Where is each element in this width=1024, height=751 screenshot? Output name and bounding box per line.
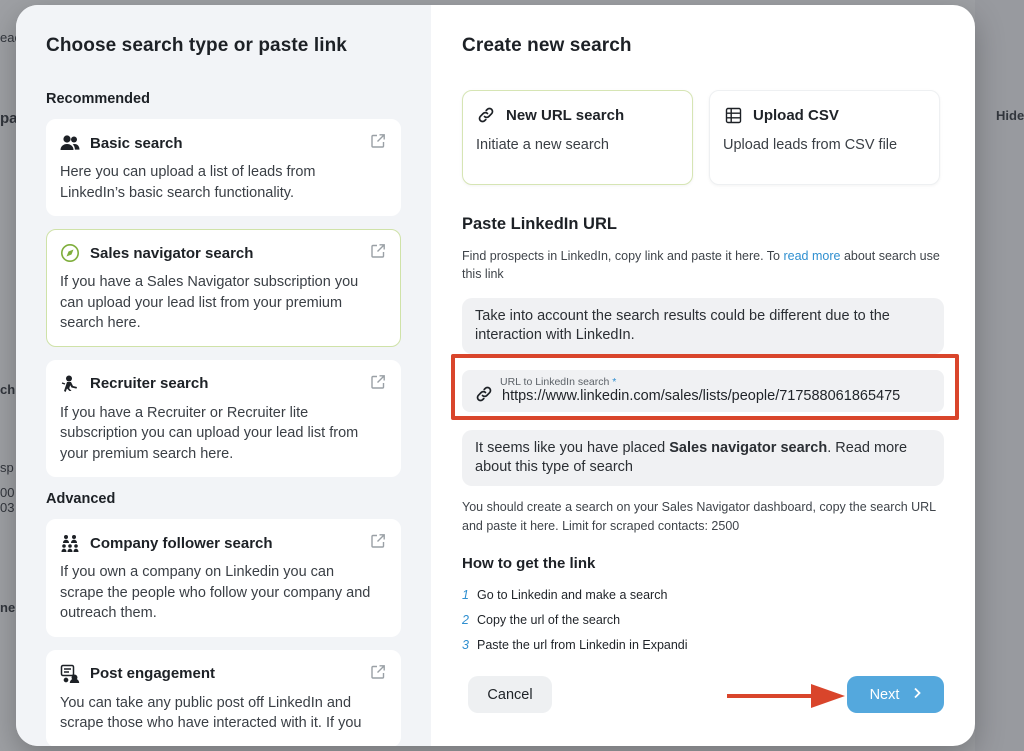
company-followers-icon [60, 533, 80, 553]
card-title: Basic search [90, 134, 183, 152]
recruiter-search-card[interactable]: Recruiter search If you have a Recruiter… [46, 359, 401, 477]
right-panel-title: Create new search [462, 35, 632, 56]
recruiter-icon [60, 374, 80, 394]
card-description: Here you can upload a list of leads from… [60, 164, 316, 201]
card-title: Post engagement [90, 665, 216, 682]
post-engagement-card[interactable]: Post engagement You can take any public … [46, 649, 401, 746]
cancel-button[interactable]: Cancel [468, 676, 552, 713]
link-icon [476, 105, 496, 125]
modal-footer-right: Next [847, 676, 944, 713]
left-panel-title: Choose search type or paste link [46, 35, 347, 56]
upload-csv-tile[interactable]: Upload CSV Upload leads from CSV file [709, 90, 940, 185]
step-item: 3 Paste the url from Linkedin in Expandi [462, 638, 688, 652]
tile-description: Upload leads from CSV file [723, 137, 898, 153]
linkedin-url-input[interactable]: URL to LinkedIn search * https://www.lin… [462, 370, 944, 412]
how-to-heading: How to get the link [462, 555, 596, 572]
url-input-value[interactable]: https://www.linkedin.com/sales/lists/peo… [502, 388, 932, 404]
tile-title: New URL search [506, 106, 625, 124]
read-more-link[interactable]: read more [783, 249, 840, 263]
card-description: You can take any public post off LinkedI… [60, 694, 362, 732]
external-link-icon[interactable] [370, 374, 386, 390]
tile-description: Initiate a new search [476, 137, 609, 153]
card-title: Company follower search [90, 534, 273, 552]
card-title: Recruiter search [90, 375, 209, 392]
next-button[interactable]: Next [847, 676, 944, 713]
link-icon [474, 384, 494, 404]
tile-title: Upload CSV [753, 106, 839, 124]
card-title: Sales navigator search [90, 244, 254, 262]
advanced-label: Advanced [46, 491, 116, 507]
external-link-icon[interactable] [370, 133, 386, 149]
sales-navigator-instructions: You should create a search on your Sales… [462, 500, 936, 533]
table-icon [723, 105, 743, 125]
create-search-modal: Choose search type or paste link Recomme… [16, 5, 975, 746]
search-type-detected-note: It seems like you have placed Sales navi… [462, 430, 944, 486]
card-description: If you have a Sales Navigator subscripti… [60, 274, 359, 331]
recommended-label: Recommended [46, 91, 150, 107]
modal-footer: Cancel [468, 676, 552, 713]
post-engagement-icon [60, 664, 80, 684]
external-link-icon[interactable] [370, 243, 386, 259]
url-input-label: URL to LinkedIn search * [500, 376, 617, 388]
users-icon [60, 133, 80, 153]
paste-url-hint: Find prospects in LinkedIn, copy link an… [462, 249, 940, 281]
paste-url-heading: Paste LinkedIn URL [462, 215, 617, 233]
how-to-steps: 1 Go to Linkedin and make a search 2 Copy … [462, 588, 944, 663]
sales-navigator-card[interactable]: Sales navigator search If you have a Sal… [46, 229, 401, 347]
compass-icon [60, 243, 80, 263]
arrow-annotation-icon [727, 684, 845, 708]
card-description: If you have a Recruiter or Recruiter lit… [60, 404, 359, 462]
step-item: 1 Go to Linkedin and make a search [462, 588, 668, 602]
step-item: 2 Copy the url of the search [462, 613, 621, 627]
new-url-search-tile[interactable]: New URL search Initiate a new search [462, 90, 693, 185]
search-type-panel: Choose search type or paste link Recomme… [16, 5, 431, 746]
card-description: If you own a company on Linkedin you can… [60, 564, 371, 621]
external-link-icon[interactable] [370, 664, 386, 680]
chevron-right-icon [913, 687, 922, 703]
search-mode-tiles: New URL search Initiate a new search Upl… [462, 90, 944, 185]
create-search-panel: Create new search New URL search Initiat… [431, 5, 975, 746]
basic-search-card[interactable]: Basic search Here you can upload a list … [46, 119, 401, 216]
external-link-icon[interactable] [370, 533, 386, 549]
results-disclaimer: Take into account the search results cou… [462, 298, 944, 354]
company-follower-card[interactable]: Company follower search If you own a com… [46, 519, 401, 637]
